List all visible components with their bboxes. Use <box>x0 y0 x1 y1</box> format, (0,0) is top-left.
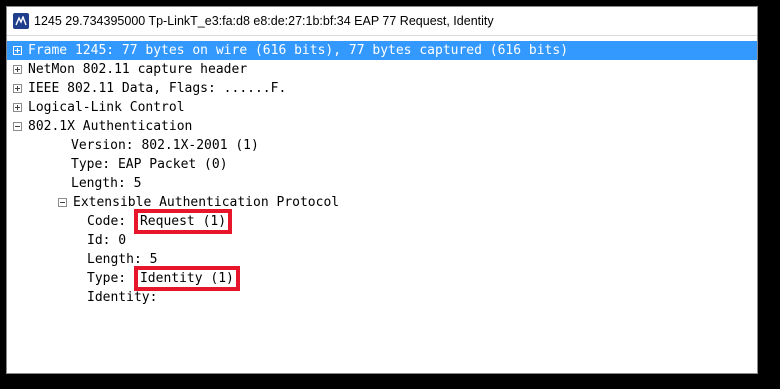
tree-field-version[interactable]: Version: 802.1X-2001 (1) <box>7 136 757 155</box>
tree-field-length[interactable]: Length: 5 <box>7 174 757 193</box>
tree-node-label: IEEE 802.11 Data, Flags: ......F. <box>28 81 287 96</box>
wireshark-fin-icon <box>13 13 29 29</box>
tree-field-eap-length[interactable]: Length: 5 <box>7 250 757 269</box>
tree-field-identity[interactable]: Identity: <box>7 288 757 307</box>
expand-icon[interactable] <box>13 65 22 74</box>
tree-field-type[interactable]: Type: EAP Packet (0) <box>7 155 757 174</box>
field-label: Type: EAP Packet (0) <box>71 157 228 172</box>
expand-icon[interactable] <box>13 84 22 93</box>
field-label: Length: 5 <box>87 252 158 267</box>
field-label: Version: 802.1X-2001 (1) <box>71 138 259 153</box>
title-bar: 1245 29.734395000 Tp-LinkT_e3:fa:d8 e8:d… <box>7 7 757 36</box>
tree-node-netmon[interactable]: NetMon 802.11 capture header <box>7 60 757 79</box>
tree-node-frame[interactable]: Frame 1245: 77 bytes on wire (616 bits),… <box>7 41 757 60</box>
expand-icon[interactable] <box>13 103 22 112</box>
tree-node-llc[interactable]: Logical-Link Control <box>7 98 757 117</box>
field-label: Id: 0 <box>87 233 127 248</box>
expand-icon[interactable] <box>13 46 22 55</box>
packet-detail-window: 1245 29.734395000 Tp-LinkT_e3:fa:d8 e8:d… <box>6 6 758 374</box>
tree-field-id[interactable]: Id: 0 <box>7 231 757 250</box>
window-title: 1245 29.734395000 Tp-LinkT_e3:fa:d8 e8:d… <box>34 14 494 28</box>
field-label: Type: <box>87 271 134 286</box>
packet-details-tree[interactable]: Frame 1245: 77 bytes on wire (616 bits),… <box>7 41 757 373</box>
tree-field-eap-type[interactable]: Type: Identity (1) <box>7 266 757 291</box>
tree-node-label: NetMon 802.11 capture header <box>28 62 248 77</box>
field-label: Identity: <box>87 290 158 305</box>
tree-node-8021x[interactable]: 802.1X Authentication <box>7 117 757 136</box>
tree-node-label: 802.1X Authentication <box>28 119 193 134</box>
highlight-box-code: Request (1) <box>133 209 233 234</box>
highlight-box-type: Identity (1) <box>133 266 240 291</box>
collapse-icon[interactable] <box>58 198 67 207</box>
tree-node-label: Frame 1245: 77 bytes on wire (616 bits),… <box>28 43 569 58</box>
tree-node-label: Logical-Link Control <box>28 100 185 115</box>
tree-node-ieee80211[interactable]: IEEE 802.11 Data, Flags: ......F. <box>7 79 757 98</box>
tree-node-label: Extensible Authentication Protocol <box>73 195 340 210</box>
field-label: Length: 5 <box>71 176 142 191</box>
tree-node-eap[interactable]: Extensible Authentication Protocol <box>7 193 757 212</box>
field-label: Code: <box>87 214 134 229</box>
tree-field-code[interactable]: Code: Request (1) <box>7 209 757 234</box>
collapse-icon[interactable] <box>13 122 22 131</box>
